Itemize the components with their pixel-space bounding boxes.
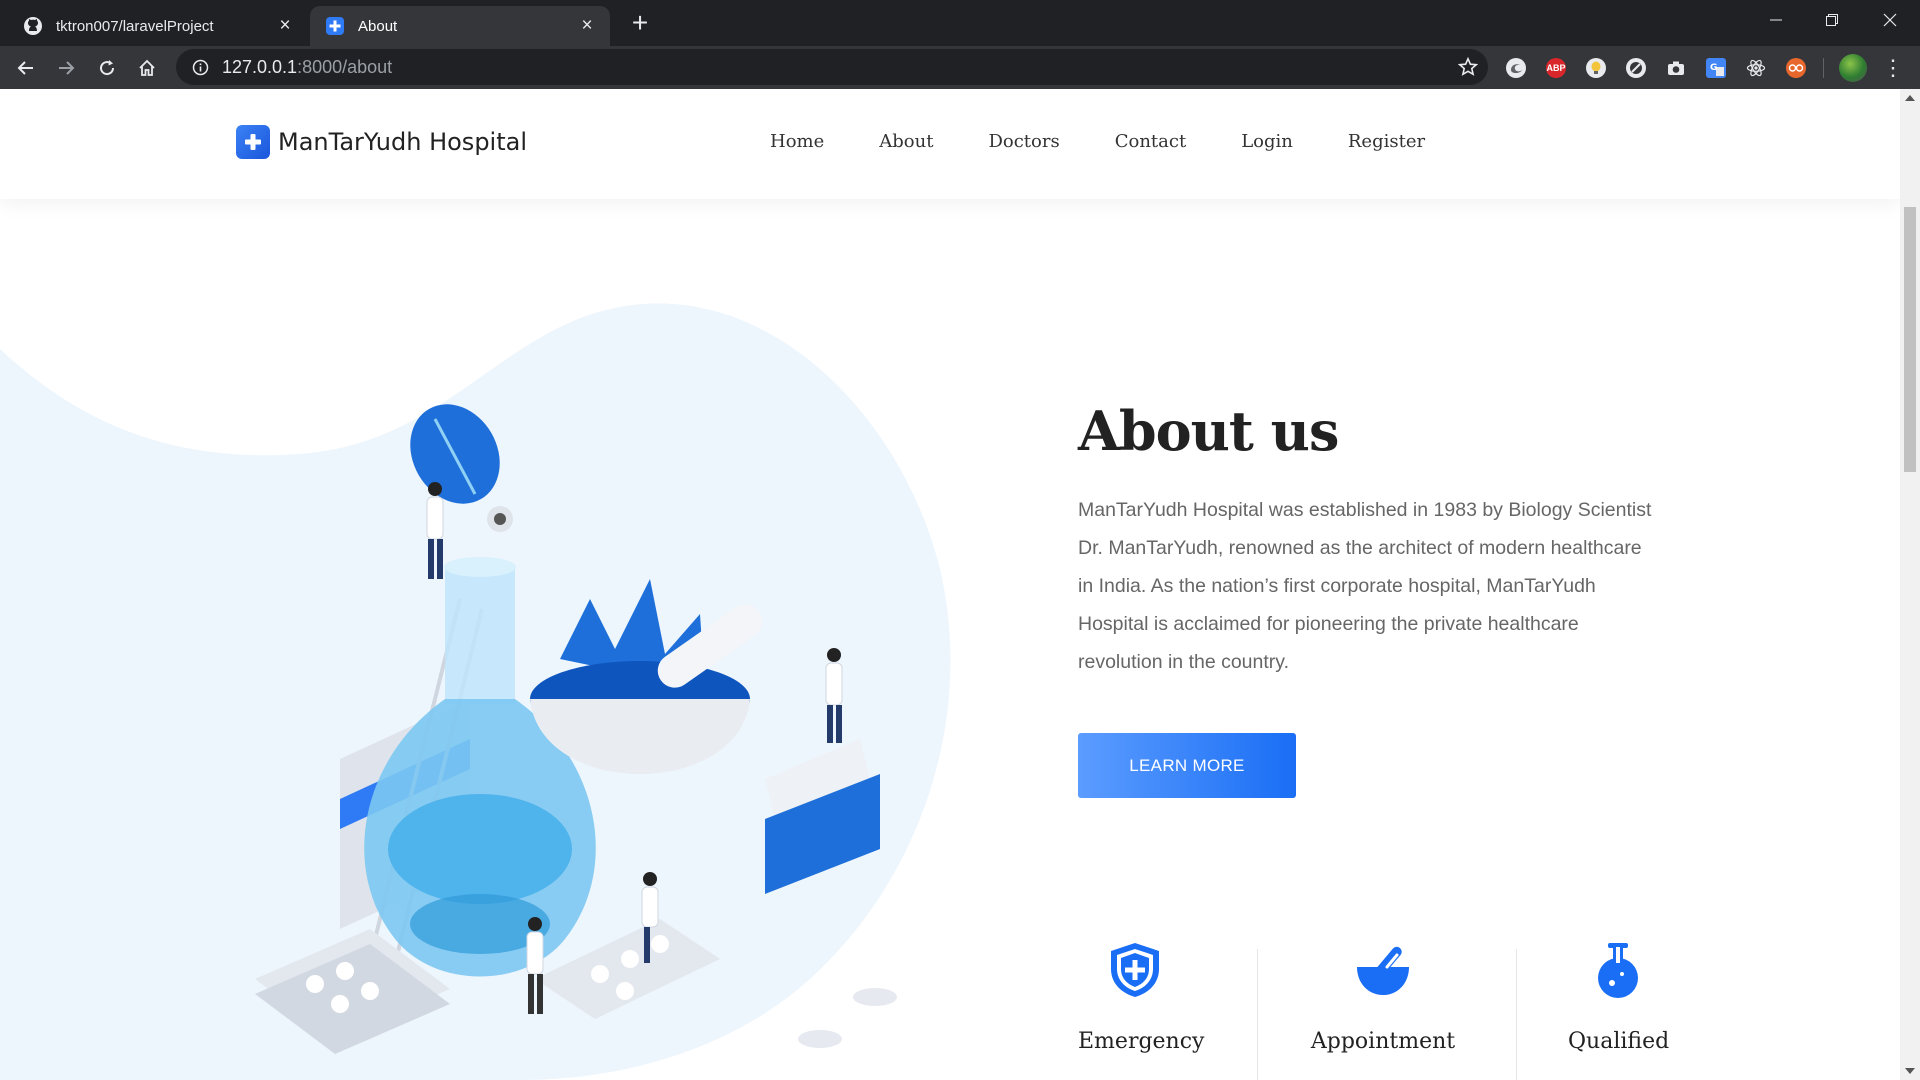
restore-window-icon[interactable] <box>1804 0 1860 40</box>
site-header: ManTarYudh Hospital Home About Doctors C… <box>0 89 1900 199</box>
new-tab-icon[interactable]: + <box>626 9 654 38</box>
hospital-plus-icon <box>324 15 346 37</box>
about-paragraph: ManTarYudh Hospital was established in 1… <box>1078 499 1652 673</box>
nav-login[interactable]: Login <box>1241 131 1293 152</box>
bookmark-star-icon[interactable] <box>1457 56 1479 77</box>
close-tab-icon[interactable]: × <box>578 16 596 35</box>
browser-tab-bar: tktron007/laravelProject × About × + <box>0 0 1920 46</box>
feature-qualified: Qualified <box>1568 939 1670 1080</box>
url-path: :8000/about <box>297 56 393 77</box>
feature-label: Emergency <box>1078 1029 1205 1054</box>
adblock-plus-icon[interactable]: ABP <box>1546 58 1566 78</box>
feature-divider <box>1516 949 1517 1080</box>
nav-home[interactable]: Home <box>770 131 824 152</box>
github-icon <box>22 15 44 37</box>
camera-extension-icon[interactable] <box>1666 58 1686 78</box>
hospital-plus-icon <box>236 125 270 159</box>
feature-appointment: Appointment <box>1308 939 1458 1080</box>
scrollbar-thumb[interactable] <box>1904 207 1916 472</box>
feature-emergency: Emergency <box>1078 939 1205 1080</box>
browser-tab-github[interactable]: tktron007/laravelProject × <box>8 6 308 46</box>
feature-label: Appointment <box>1310 1029 1456 1054</box>
learn-more-button[interactable]: LEARN MORE <box>1078 733 1296 798</box>
features-row: Emergency Appointment Qualified <box>1078 939 1678 1080</box>
svg-text:G: G <box>1710 63 1717 73</box>
close-tab-icon[interactable]: × <box>276 16 294 35</box>
back-icon[interactable] <box>10 52 42 84</box>
mortar-pestle-icon <box>1308 939 1458 999</box>
site-info-icon[interactable] <box>190 57 210 77</box>
forward-icon[interactable] <box>50 52 82 84</box>
feature-divider <box>1257 949 1258 1080</box>
scroll-up-arrow-icon[interactable] <box>1905 95 1915 101</box>
page-scrollbar[interactable] <box>1900 89 1920 1080</box>
profile-avatar[interactable] <box>1839 54 1867 82</box>
home-icon[interactable] <box>131 52 163 84</box>
adblock-label: ABP <box>1546 63 1566 73</box>
url-host: 127.0.0.1 <box>222 56 298 77</box>
close-window-icon[interactable] <box>1862 0 1918 40</box>
tab-title: tktron007/laravelProject <box>56 17 214 35</box>
feature-label: Qualified <box>1568 1029 1670 1054</box>
nav-doctors[interactable]: Doctors <box>988 131 1059 152</box>
tab-title: About <box>358 17 398 35</box>
nav-about[interactable]: About <box>879 131 933 152</box>
edge-extension-icon[interactable] <box>1506 58 1526 78</box>
block-extension-icon[interactable] <box>1626 58 1646 78</box>
brand-name: ManTarYudh Hospital <box>278 128 527 156</box>
page-viewport: ManTarYudh Hospital Home About Doctors C… <box>0 89 1900 1080</box>
shield-plus-icon <box>1078 939 1192 999</box>
url-text: 127.0.0.1:8000/about <box>222 57 392 78</box>
main-nav: Home About Doctors Contact Login Registe… <box>770 131 1480 152</box>
brand[interactable]: ManTarYudh Hospital <box>236 125 527 159</box>
browser-menu-icon[interactable]: ⋮ <box>1882 54 1904 82</box>
minimize-icon[interactable] <box>1748 0 1804 40</box>
browser-tab-about[interactable]: About × <box>310 6 610 46</box>
toolbar-divider <box>1823 58 1824 78</box>
nav-register[interactable]: Register <box>1348 131 1425 152</box>
bulb-extension-icon[interactable] <box>1586 58 1606 78</box>
laboratory-illustration <box>255 404 897 1054</box>
browser-toolbar: 127.0.0.1:8000/about ABP G ⋮ <box>0 46 1920 89</box>
glasses-extension-icon[interactable] <box>1786 58 1806 78</box>
flask-icon <box>1568 939 1668 999</box>
react-devtools-icon[interactable] <box>1746 58 1766 78</box>
page-title: About us <box>1078 399 1339 463</box>
about-section: About us ManTarYudh Hospital was establi… <box>1078 399 1658 798</box>
nav-contact[interactable]: Contact <box>1115 131 1186 152</box>
scroll-down-arrow-icon[interactable] <box>1905 1068 1915 1074</box>
address-bar[interactable]: 127.0.0.1:8000/about <box>176 49 1488 85</box>
translate-extension-icon[interactable]: G <box>1706 58 1726 78</box>
reload-icon[interactable] <box>91 52 123 84</box>
